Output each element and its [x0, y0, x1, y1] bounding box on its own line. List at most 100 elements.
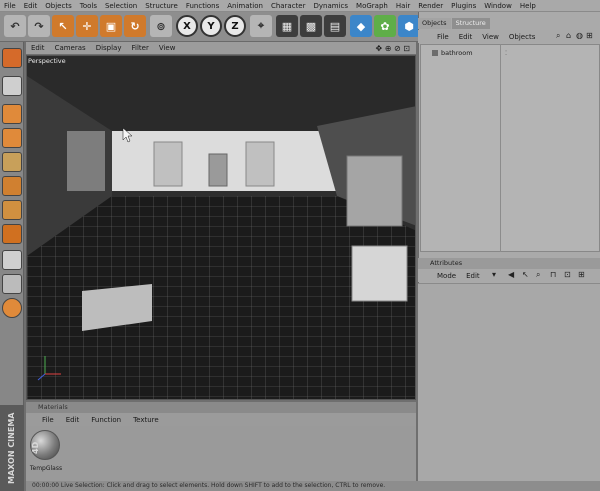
main-toolbar: ↶ ↷ ↖ ✛ ▣ ↻ ⊚ X Y Z ⌖ ▦ ▩ ▤ ◆ ✿ ⬢	[0, 12, 420, 42]
render-settings-icon[interactable]: ▤	[324, 15, 346, 37]
menu-selection[interactable]: Selection	[101, 0, 141, 12]
visibility-dots-icon[interactable]: ⁚	[505, 49, 507, 57]
search-icon[interactable]: ⌕	[556, 31, 560, 41]
undo-icon[interactable]: ↶	[4, 15, 26, 37]
use-model-tool-icon[interactable]	[2, 104, 22, 124]
viewport-menu-edit[interactable]: Edit	[26, 44, 50, 52]
home-icon[interactable]: ⌂	[566, 31, 571, 40]
shelf-unit	[346, 155, 403, 227]
cabinet	[208, 153, 228, 187]
mirror-left	[153, 141, 183, 187]
viewport-menu-filter[interactable]: Filter	[127, 44, 154, 52]
viewport-menu-cameras[interactable]: Cameras	[50, 44, 91, 52]
make-editable-icon[interactable]	[2, 48, 22, 68]
z-axis-lock-button[interactable]: Z	[224, 15, 246, 37]
tab-structure[interactable]: Structure	[451, 18, 490, 29]
workplane-icon[interactable]	[2, 250, 22, 270]
materials-header: Materials	[26, 402, 416, 413]
materials-menu-function[interactable]: Function	[85, 416, 127, 424]
menu-help[interactable]: Help	[516, 0, 540, 12]
materials-menu: File Edit Function Texture	[26, 413, 416, 426]
menu-plugins[interactable]: Plugins	[447, 0, 480, 12]
list-item[interactable]: bathroom ⁚	[422, 48, 598, 58]
options-icon[interactable]: ⊞	[578, 270, 585, 279]
menu-mograph[interactable]: MoGraph	[352, 0, 392, 12]
filter-icon[interactable]: ◍	[576, 31, 583, 40]
attributes-menu: Mode Edit ▾ ◀ ↖ ⌕ ⊓ ⊡ ⊞	[418, 269, 600, 282]
render-view-icon[interactable]: ▦	[276, 15, 298, 37]
object-axis-icon[interactable]	[2, 76, 22, 96]
menu-dynamics[interactable]: Dynamics	[310, 0, 353, 12]
objects-list	[420, 44, 600, 252]
scale-icon[interactable]: ▣	[100, 15, 122, 37]
menu-render[interactable]: Render	[414, 0, 447, 12]
settings-icon[interactable]: ⊞	[586, 31, 593, 40]
cube-primitive-icon[interactable]: ◆	[350, 15, 372, 37]
viewport-menu-view[interactable]: View	[154, 44, 181, 52]
objects-menu-edit[interactable]: Edit	[454, 33, 478, 41]
lock-icon[interactable]: ⊓	[550, 270, 556, 279]
mirror-right	[245, 141, 275, 187]
objects-menu-file[interactable]: File	[432, 33, 454, 41]
snap-icon[interactable]	[2, 274, 22, 294]
viewport-menu-display[interactable]: Display	[91, 44, 127, 52]
back-arrow-icon[interactable]: ◀	[508, 270, 514, 279]
materials-menu-texture[interactable]: Texture	[127, 416, 165, 424]
tab-objects[interactable]: Objects	[418, 18, 451, 29]
menu-character[interactable]: Character	[267, 0, 310, 12]
materials-menu-file[interactable]: File	[36, 416, 60, 424]
x-axis-lock-button[interactable]: X	[176, 15, 198, 37]
render-picture-viewer-icon[interactable]: ▩	[300, 15, 322, 37]
menu-file[interactable]: File	[0, 0, 20, 12]
use-polygon-tool-icon[interactable]	[2, 224, 22, 244]
attributes-menu-edit[interactable]: Edit	[461, 272, 485, 280]
viewport-nav-icons[interactable]: ✥ ⊕ ⊘ ⊡	[376, 44, 416, 53]
use-object-tool-icon[interactable]	[2, 128, 22, 148]
cursor-icon[interactable]: ↖	[522, 270, 529, 279]
attributes-menu-mode[interactable]: Mode	[432, 272, 461, 280]
menu-hair[interactable]: Hair	[392, 0, 414, 12]
enable-axis-icon[interactable]	[2, 298, 22, 318]
objects-menu-objects[interactable]: Objects	[504, 33, 540, 41]
objects-column-divider	[500, 44, 501, 252]
curtain	[67, 131, 105, 191]
redo-icon[interactable]: ↷	[28, 15, 50, 37]
menu-functions[interactable]: Functions	[182, 0, 223, 12]
materials-panel	[26, 426, 416, 481]
use-point-tool-icon[interactable]	[2, 176, 22, 196]
search-icon[interactable]: ⌕	[536, 270, 540, 280]
menu-window[interactable]: Window	[480, 0, 516, 12]
attributes-panel	[418, 283, 600, 481]
nurbs-icon[interactable]: ✿	[374, 15, 396, 37]
status-bar: 00:00:00 Live Selection: Click and drag …	[26, 481, 600, 491]
menu-tools[interactable]: Tools	[76, 0, 101, 12]
maxon-logo: MAXON CINEMA 4D	[0, 405, 40, 491]
vanity-counter	[351, 245, 408, 302]
viewport-label: Perspective	[28, 57, 66, 65]
rotate-icon[interactable]: ↻	[124, 15, 146, 37]
move-icon[interactable]: ✛	[76, 15, 98, 37]
attributes-tab[interactable]: Attributes	[418, 258, 600, 269]
materials-menu-edit[interactable]: Edit	[60, 416, 86, 424]
object-name[interactable]: bathroom	[441, 49, 487, 57]
live-selection-icon[interactable]: ↖	[52, 15, 74, 37]
new-panel-icon[interactable]: ⊡	[564, 270, 571, 279]
recent-tools-icon[interactable]: ⊚	[150, 15, 172, 37]
coordinate-system-icon[interactable]: ⌖	[250, 15, 272, 37]
menu-objects[interactable]: Objects	[41, 0, 75, 12]
use-texture-tool-icon[interactable]	[2, 152, 22, 172]
objects-tabs: Objects Structure	[418, 18, 600, 29]
objects-menu: File Edit View Objects ⌕ ⌂ ◍ ⊞	[418, 30, 600, 43]
menu-animation[interactable]: Animation	[223, 0, 267, 12]
use-edge-tool-icon[interactable]	[2, 200, 22, 220]
array-icon[interactable]: ⬢	[398, 15, 420, 37]
dropdown-icon[interactable]: ▾	[492, 270, 496, 279]
objects-menu-view[interactable]: View	[477, 33, 504, 41]
perspective-viewport[interactable]	[26, 55, 416, 400]
menu-structure[interactable]: Structure	[141, 0, 182, 12]
y-axis-lock-button[interactable]: Y	[200, 15, 222, 37]
material-name[interactable]: TempGlass	[26, 465, 66, 472]
viewport-menu: Edit Cameras Display Filter View ✥ ⊕ ⊘ ⊡	[26, 42, 416, 54]
menu-edit[interactable]: Edit	[20, 0, 42, 12]
menu-bar: File Edit Objects Tools Selection Struct…	[0, 0, 600, 12]
